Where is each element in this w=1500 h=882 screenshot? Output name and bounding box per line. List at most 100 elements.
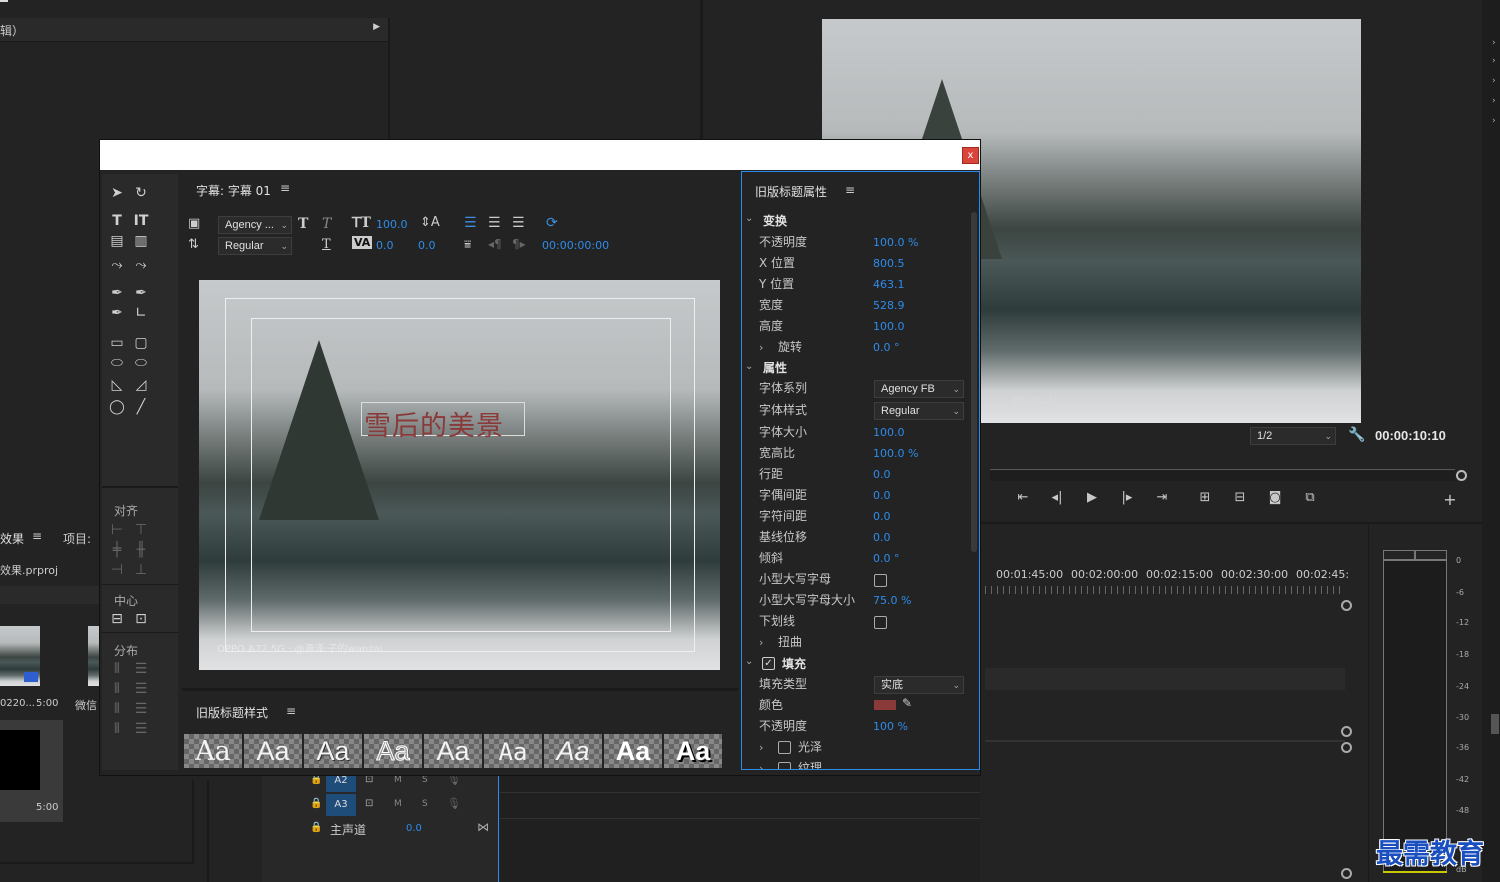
texture-checkbox[interactable] <box>778 762 791 769</box>
tab-stops-icon[interactable]: ⩸ <box>464 237 471 252</box>
kerning-value[interactable]: 0.0 <box>376 239 394 252</box>
play-arrow-icon[interactable]: ▶ <box>373 22 380 32</box>
prop-value[interactable]: 100.0 <box>873 422 905 443</box>
prop-value[interactable]: 0.0 ° <box>873 548 900 569</box>
align-top-icon[interactable]: ⊤ <box>130 521 152 539</box>
eyedropper-icon[interactable]: ✎ <box>902 696 912 710</box>
align-bottom-icon[interactable]: ⊥ <box>130 561 152 579</box>
chevron-right-icon[interactable]: › <box>759 337 763 358</box>
convert-anchor-tool-icon[interactable]: ∟ <box>130 304 152 322</box>
rectangle-tool-icon[interactable]: ▭ <box>106 334 128 352</box>
add-button-icon[interactable]: + <box>1440 490 1460 509</box>
scroll-handle[interactable] <box>1341 742 1352 753</box>
chevron-down-icon[interactable]: ⌄ <box>745 213 753 224</box>
wrench-icon[interactable]: 🔧 <box>1348 427 1365 443</box>
chevron-right-icon[interactable]: › <box>759 632 763 653</box>
vertical-area-type-tool-icon[interactable]: ▥ <box>130 232 152 250</box>
roll-crawl-icon[interactable]: ⇅ <box>188 237 199 252</box>
center-horizontal-icon[interactable]: ⊟ <box>106 610 128 628</box>
bold-icon[interactable]: T <box>298 216 308 232</box>
align-left-text-icon[interactable]: ☰ <box>464 215 477 231</box>
align-vcenter-icon[interactable]: ╫ <box>130 541 152 559</box>
step-back-icon[interactable]: ◂| <box>1047 490 1067 508</box>
small-caps-checkbox[interactable] <box>874 574 887 587</box>
chevron-right-icon[interactable]: › <box>1492 38 1496 48</box>
lift-icon[interactable]: ⊞ <box>1195 490 1215 508</box>
fill-color-swatch[interactable] <box>874 700 896 710</box>
timeline-ruler[interactable]: 00:01:45:00 00:02:00:00 00:02:15:00 00:0… <box>985 564 1349 594</box>
leading-value[interactable]: 0.0 <box>418 239 436 252</box>
prop-value[interactable]: 75.0 % <box>873 590 911 611</box>
scroll-handle[interactable] <box>1341 868 1352 879</box>
align-left-icon[interactable]: ⊢ <box>106 521 128 539</box>
align-right-text-icon[interactable]: ☰ <box>512 215 525 231</box>
vertical-type-tool-icon[interactable]: IT <box>130 212 152 230</box>
scroll-thumb[interactable] <box>1491 714 1499 734</box>
prop-value[interactable]: 0.0 <box>873 506 891 527</box>
rotation-tool-icon[interactable]: ↻ <box>130 184 152 202</box>
track-target-a3[interactable]: A3 <box>326 794 356 816</box>
distribute-right-icon[interactable]: ⫴ <box>106 700 128 718</box>
mic-icon[interactable]: 🎙 <box>447 797 461 810</box>
fill-checkbox[interactable]: ✓ <box>762 657 775 670</box>
monitor-time-ruler[interactable] <box>990 460 1455 470</box>
step-forward-icon[interactable]: |▸ <box>1117 490 1137 508</box>
distribute-left-icon[interactable]: ⫴ <box>106 660 128 678</box>
style-swatch[interactable]: Aa <box>304 734 362 768</box>
fill-type-dropdown[interactable]: 实底 ⌄ <box>874 676 964 694</box>
prop-value[interactable]: 0.0 <box>873 527 891 548</box>
chevron-right-icon[interactable]: › <box>1492 116 1496 126</box>
distribute-hspace-icon[interactable]: ⫴ <box>106 720 128 738</box>
mute-button[interactable]: M <box>394 775 402 785</box>
font-family-dropdown[interactable]: Agency FB ⌄ <box>874 380 964 398</box>
show-video-fwd-icon[interactable]: ¶▸ <box>512 237 526 251</box>
mute-button[interactable]: M <box>394 799 402 809</box>
chevron-down-icon[interactable]: ⌄ <box>745 656 753 667</box>
master-volume-value[interactable]: 0.0 <box>406 823 422 834</box>
prop-value[interactable]: 100.0 % <box>873 232 918 253</box>
wedge-tool-icon[interactable]: ◺ <box>106 376 128 394</box>
style-swatch[interactable]: Aa <box>604 734 662 768</box>
align-center-text-icon[interactable]: ☰ <box>488 215 501 231</box>
play-icon[interactable]: ▶ <box>1082 490 1102 508</box>
italic-icon[interactable]: T <box>322 216 331 232</box>
font-family-select[interactable]: Agency ... ⌄ <box>218 216 292 234</box>
chevron-right-icon[interactable]: › <box>759 758 763 769</box>
arc-tool-icon[interactable]: ◿ <box>130 376 152 394</box>
chevron-down-icon[interactable]: ⌄ <box>745 361 753 372</box>
center-vertical-icon[interactable]: ⊡ <box>130 610 152 628</box>
distribute-hcenter-icon[interactable]: ⫴ <box>106 680 128 698</box>
show-video-back-icon[interactable]: ◂¶ <box>488 237 502 251</box>
title-text-box[interactable]: 雪后的美景 <box>361 402 525 442</box>
section-attributes[interactable]: 属性 <box>763 359 787 376</box>
menu-icon[interactable]: ≡ <box>280 181 290 195</box>
rounded-corner-tool-icon[interactable]: ⬭ <box>130 354 152 372</box>
fit-select[interactable]: 1/2 ⌄ <box>1250 427 1336 445</box>
chevron-right-icon[interactable]: › <box>1492 76 1496 86</box>
lock-icon[interactable]: 🔒 <box>310 822 322 833</box>
title-canvas[interactable]: 雪后的美景 OPPO A72 5G · @源泽·子的wanzai <box>199 280 720 670</box>
program-timecode[interactable]: 00:00:10:10 <box>1375 428 1446 443</box>
timeline-scroll[interactable] <box>1341 600 1353 879</box>
go-to-out-icon[interactable]: ⇥ <box>1152 490 1172 508</box>
font-style-select[interactable]: Regular ⌄ <box>218 237 292 255</box>
ellipse-tool-icon[interactable]: ◯ <box>106 398 128 416</box>
style-swatch[interactable]: Aa <box>244 734 302 768</box>
close-button[interactable]: x <box>962 147 979 164</box>
chevron-right-icon[interactable]: › <box>1492 96 1496 106</box>
underline-icon[interactable]: T <box>322 237 331 252</box>
section-fill[interactable]: 填充 <box>782 655 806 672</box>
comparison-icon[interactable]: ⧉ <box>1300 490 1320 508</box>
menu-icon[interactable]: ≡ <box>32 529 42 543</box>
add-anchor-tool-icon[interactable]: ✒ <box>106 304 128 322</box>
jump-icon[interactable]: ⋈ <box>477 820 489 834</box>
delete-anchor-tool-icon[interactable]: ✒ <box>130 284 152 302</box>
prop-value[interactable]: 0.0 <box>873 485 891 506</box>
prop-value[interactable]: 528.9 <box>873 295 905 316</box>
chevron-right-icon[interactable]: › <box>759 737 763 758</box>
style-swatch[interactable]: Aa <box>664 734 722 768</box>
style-swatch[interactable]: Aa <box>544 734 602 768</box>
playhead-scrub-bar[interactable] <box>990 471 1455 481</box>
style-swatch[interactable]: Aa <box>484 734 542 768</box>
type-tool-icon[interactable]: T <box>106 212 128 230</box>
